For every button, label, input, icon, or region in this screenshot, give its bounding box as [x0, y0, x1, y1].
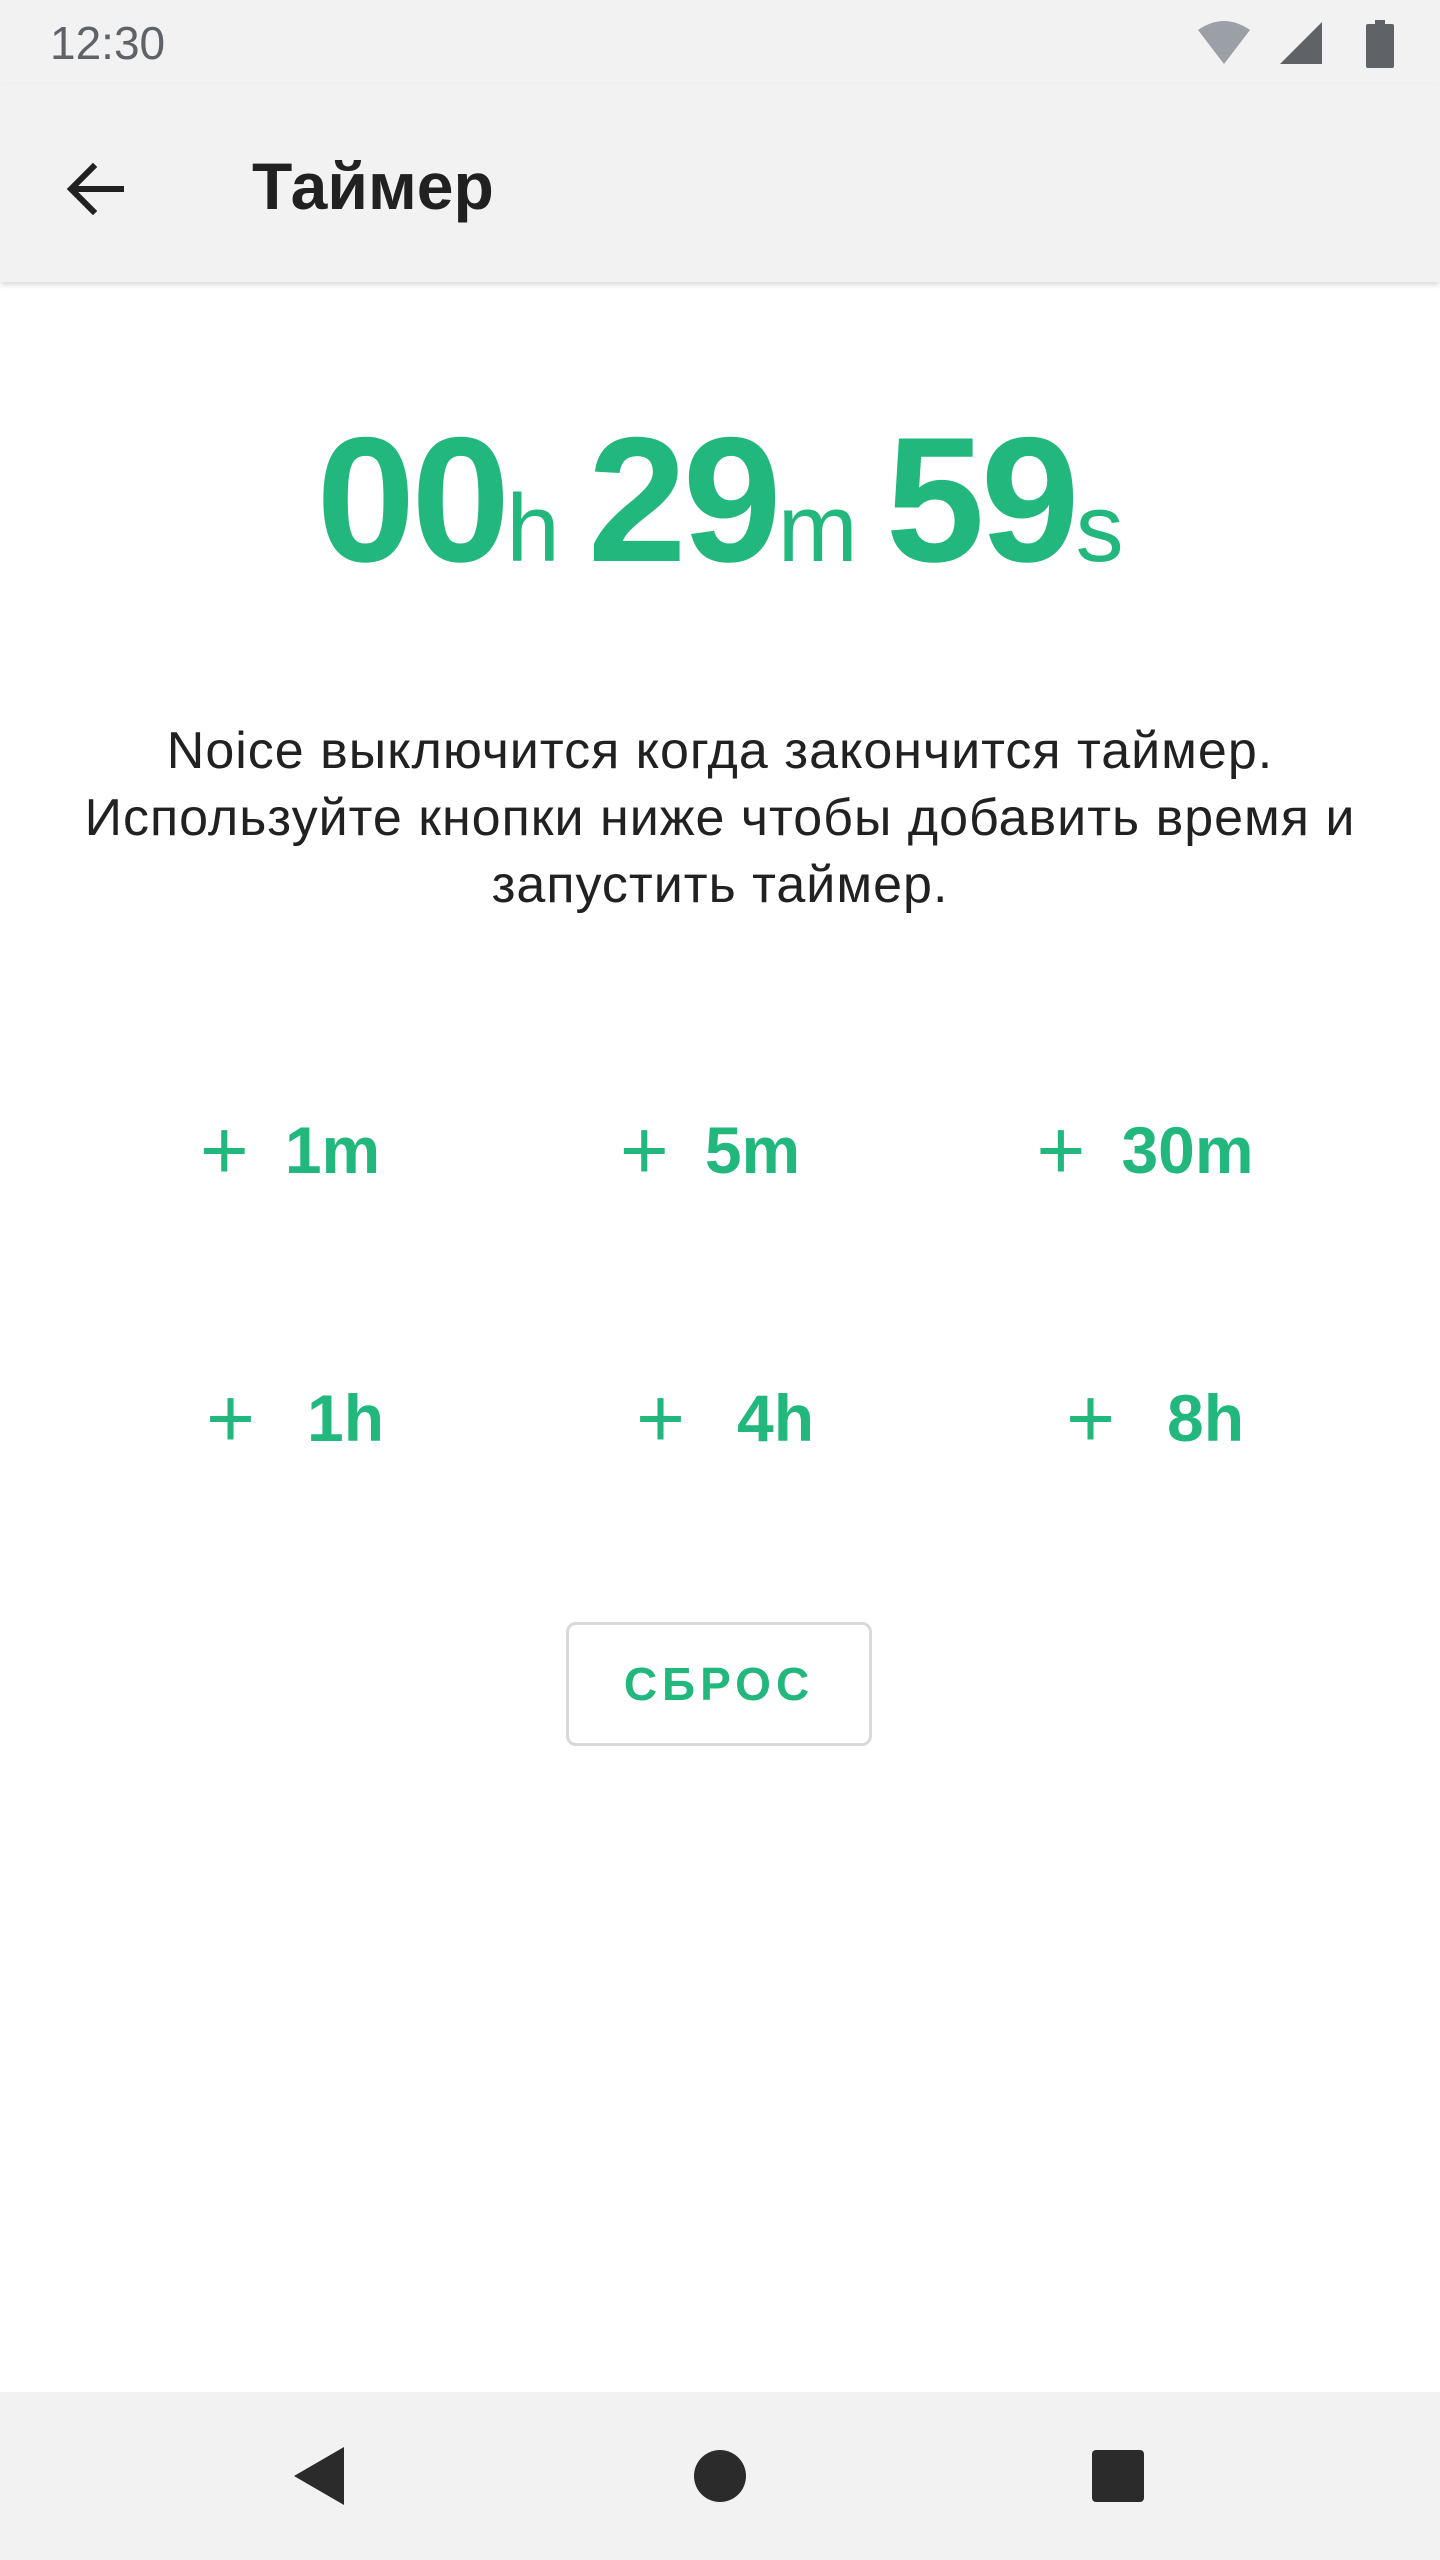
timer-description: Noice выключится когда закончится таймер… — [84, 722, 1356, 914]
timer-seconds: 59 — [885, 400, 1080, 599]
back-button[interactable] — [40, 134, 150, 244]
timer-display: 00h 29m 59s — [0, 400, 1440, 600]
page-title: Таймер — [252, 149, 494, 223]
navigation-bar — [0, 2392, 1440, 2560]
plus-icon: + — [199, 1103, 249, 1197]
plus-icon: + — [635, 1371, 686, 1465]
add-30m-button[interactable]: + 30m — [990, 1080, 1300, 1220]
add-button-label: 1h — [307, 1381, 385, 1455]
recents-square-icon — [1092, 2450, 1144, 2502]
add-button-label: 30m — [1121, 1113, 1254, 1187]
nav-back-button[interactable] — [270, 2426, 370, 2526]
reset-button[interactable]: СБРОС — [566, 1622, 872, 1746]
plus-icon: + — [205, 1371, 256, 1465]
add-button-label: 1m — [284, 1113, 381, 1187]
plus-icon: + — [1036, 1103, 1086, 1197]
wifi-icon — [1198, 21, 1250, 64]
add-button-label: 5m — [704, 1113, 801, 1187]
timer-minutes-unit: m — [777, 475, 858, 582]
timer-hours-unit: h — [506, 475, 560, 582]
add-4h-button[interactable]: + 4h — [580, 1348, 870, 1488]
nav-home-button[interactable] — [670, 2426, 770, 2526]
back-triangle-icon — [294, 2447, 344, 2505]
add-8h-button[interactable]: + 8h — [1010, 1348, 1300, 1488]
add-1m-button[interactable]: + 1m — [150, 1080, 430, 1220]
plus-icon: + — [619, 1103, 669, 1197]
timer-screen: 12:30 Таймер 00h 29m 59s Noice выключится … — [0, 0, 1440, 2560]
arrow-back-icon — [66, 162, 124, 216]
battery-icon — [1366, 20, 1394, 68]
add-button-label: 8h — [1167, 1381, 1245, 1455]
status-bar: 12:30 — [0, 0, 1440, 84]
plus-icon: + — [1065, 1371, 1116, 1465]
nav-recents-button[interactable] — [1068, 2426, 1168, 2526]
app-bar: Таймер — [0, 84, 1440, 282]
add-button-label: 4h — [737, 1381, 815, 1455]
timer-hours: 00 — [316, 400, 510, 599]
timer-seconds-unit: s — [1075, 475, 1124, 582]
status-time: 12:30 — [50, 17, 166, 69]
home-circle-icon — [694, 2450, 746, 2502]
cellular-signal-icon — [1280, 22, 1322, 64]
add-1h-button[interactable]: + 1h — [150, 1348, 440, 1488]
add-5m-button[interactable]: + 5m — [570, 1080, 850, 1220]
timer-minutes: 29 — [587, 400, 782, 599]
